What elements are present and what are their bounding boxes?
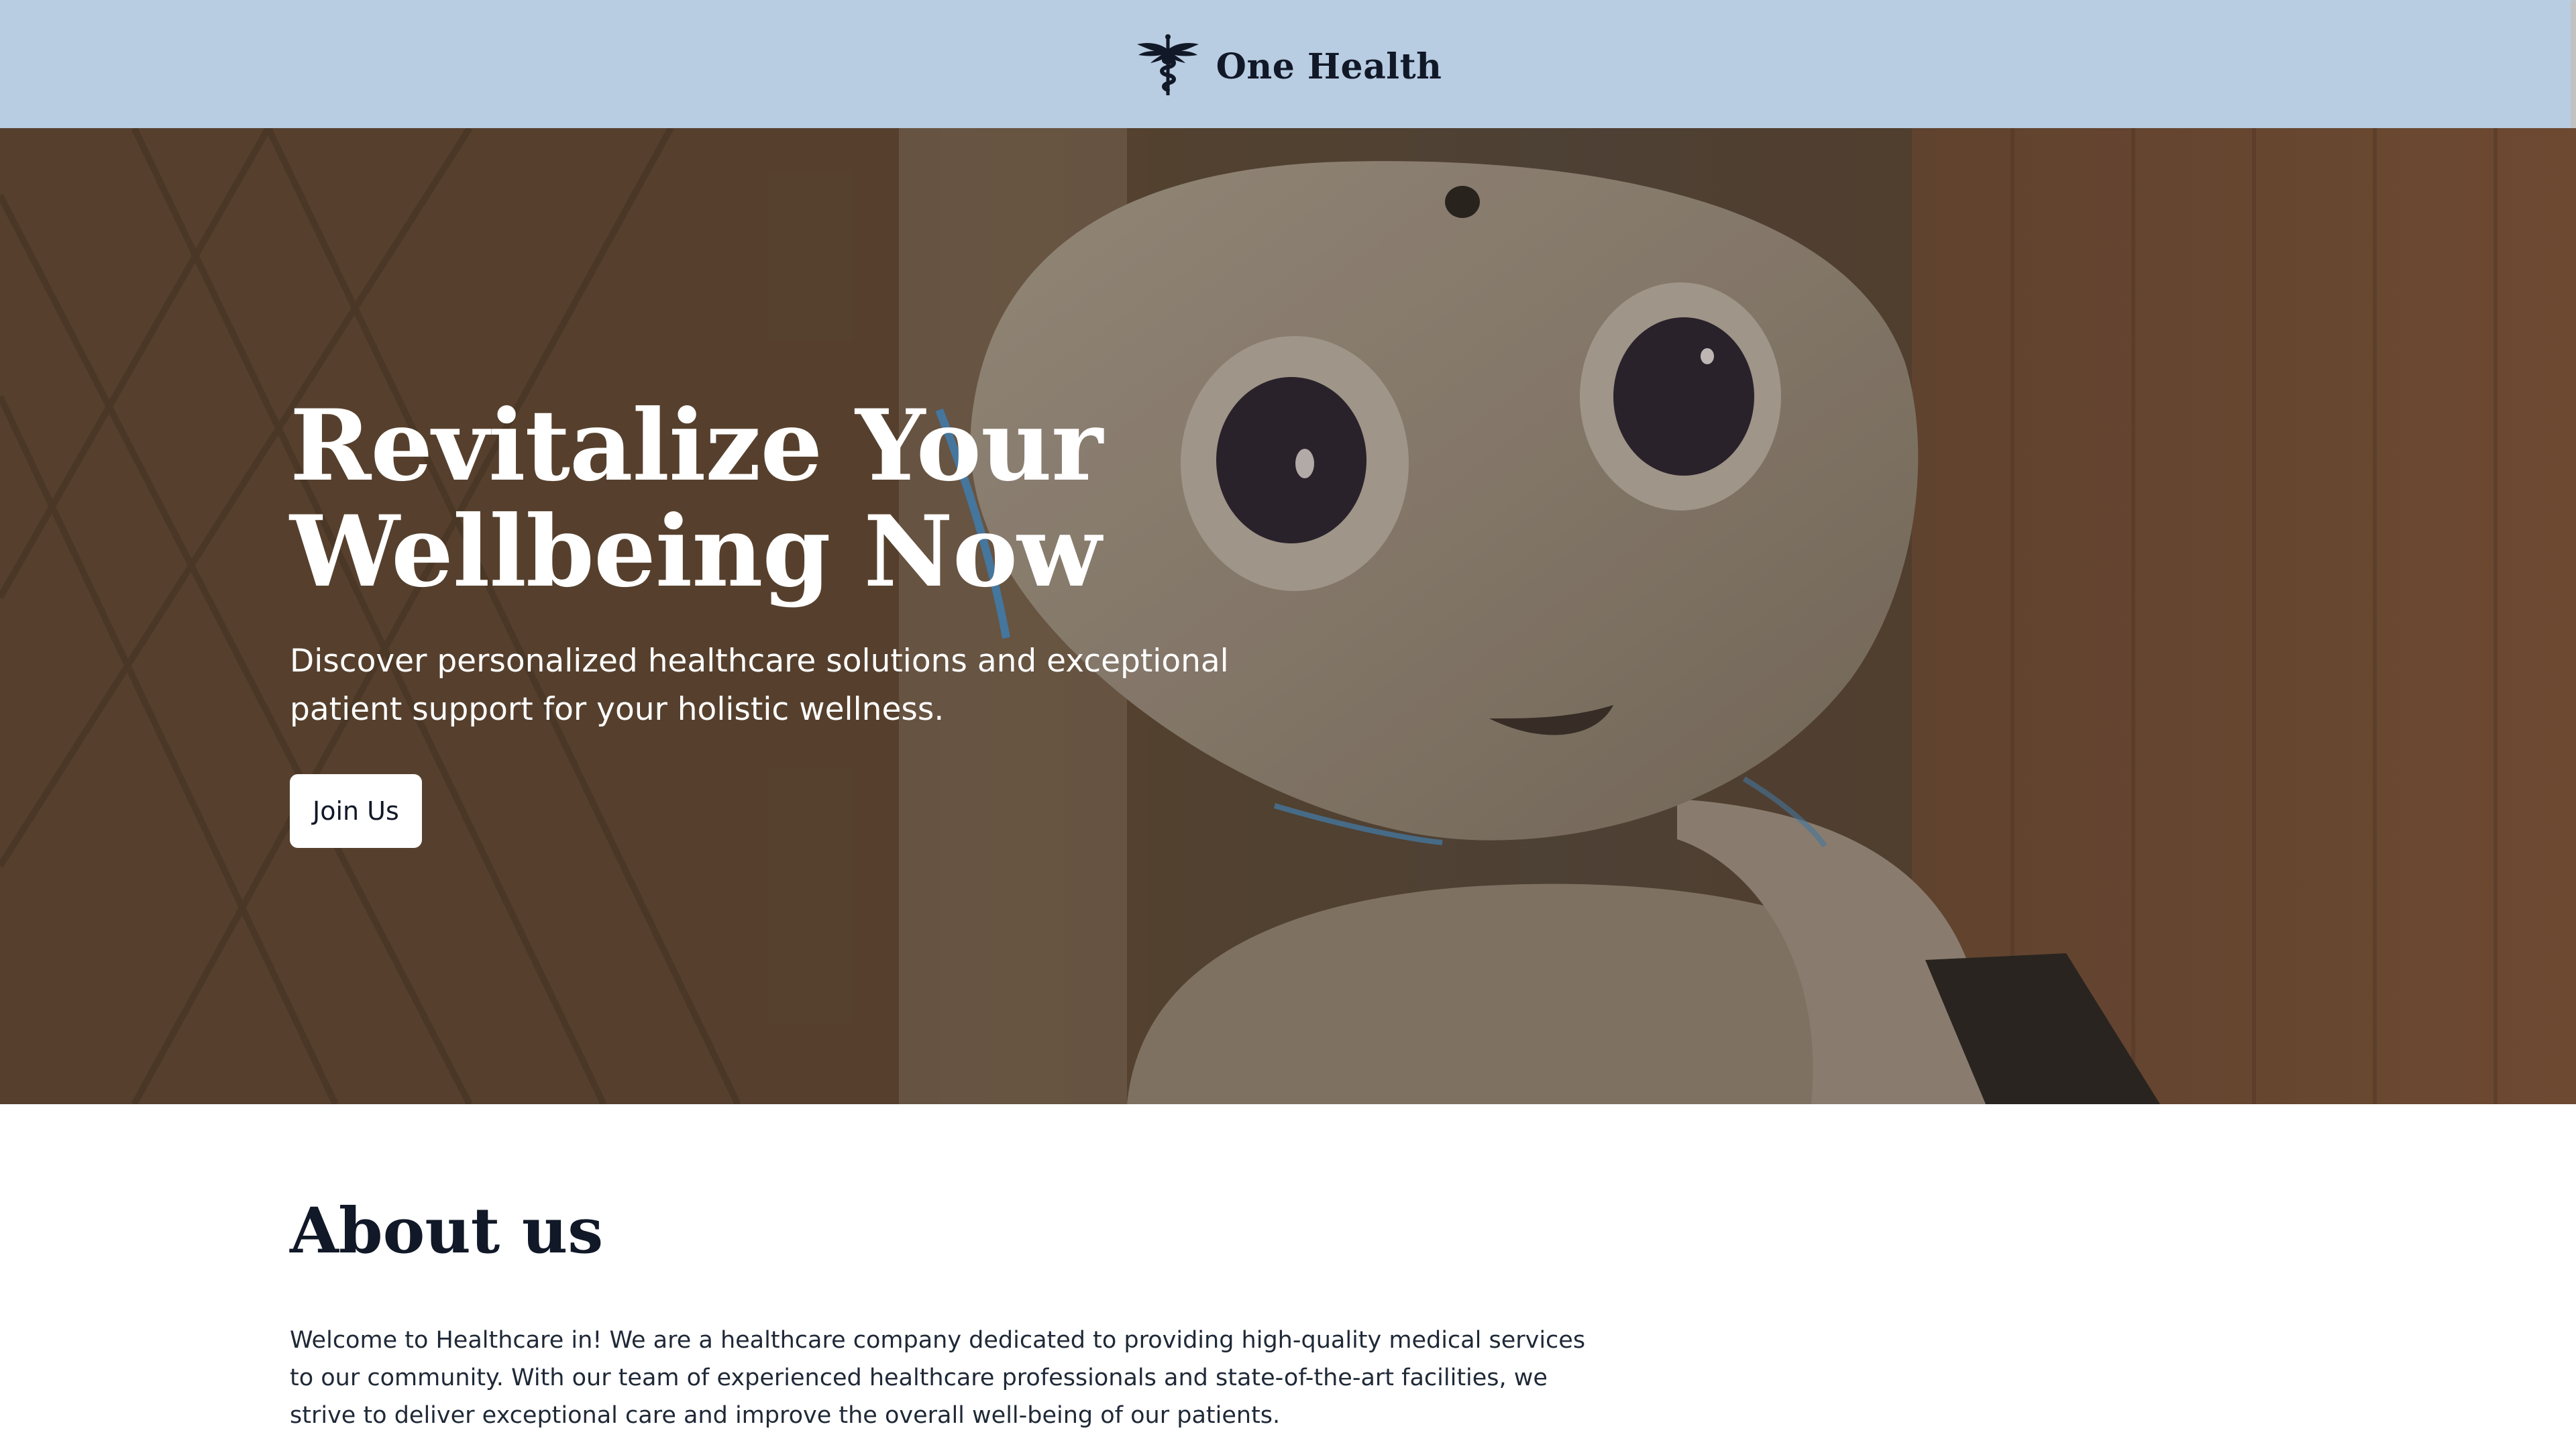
caduceus-icon	[1136, 34, 1199, 95]
hero-section: Revitalize Your Wellbeing Now Discover p…	[0, 128, 2576, 1104]
site-header: One Health	[0, 0, 2576, 128]
join-us-button[interactable]: Join Us	[290, 774, 422, 848]
hero-subtitle: Discover personalized healthcare solutio…	[290, 643, 1229, 728]
hero-title-line2: Wellbeing Now	[290, 494, 1102, 609]
hero-content: Revitalize Your Wellbeing Now Discover p…	[290, 393, 1336, 848]
about-title: About us	[290, 1194, 604, 1268]
brand-name: One Health	[1216, 46, 1442, 87]
hero-title: Revitalize Your Wellbeing Now	[290, 393, 1336, 605]
about-section: About us Welcome to Healthcare in! We ar…	[290, 1194, 1631, 1434]
about-text: Welcome to Healthcare in! We are a healt…	[290, 1327, 1586, 1429]
brand-link[interactable]: One Health	[1134, 31, 1442, 98]
hero-title-line1: Revitalize Your	[290, 388, 1103, 503]
